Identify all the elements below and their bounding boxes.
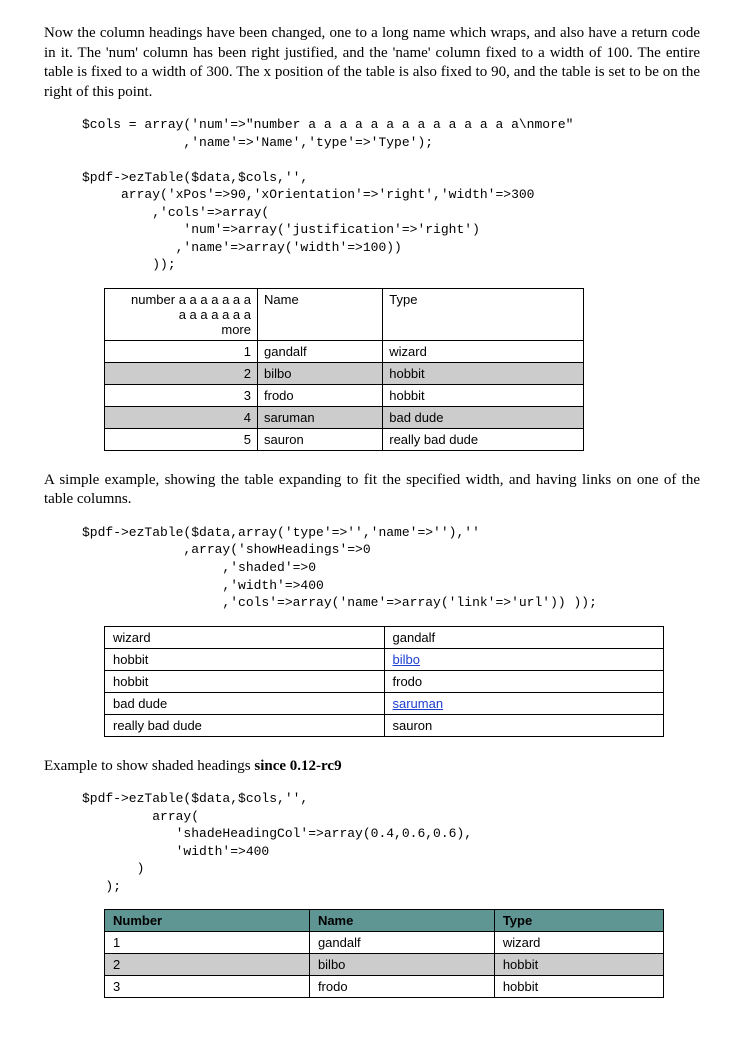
table-2: wizardgandalfhobbitbilbohobbitfrodobad d… (104, 626, 664, 737)
table-1-cell-type: wizard (383, 340, 584, 362)
table-1-cell-type: really bad dude (383, 428, 584, 450)
table-1: number a a a a a a a a a a a a a a more … (104, 288, 584, 451)
table-3-header-type: Type (494, 910, 663, 932)
table-row: 3frodohobbit (105, 384, 584, 406)
table-3-cell-type: hobbit (494, 976, 663, 998)
table-3-cell-name: frodo (309, 976, 494, 998)
table-2-cell-type: hobbit (105, 670, 385, 692)
table-2-link[interactable]: bilbo (393, 652, 420, 667)
table-1-cell-num: 1 (105, 340, 258, 362)
table-3-cell-name: bilbo (309, 954, 494, 976)
table-2-cell-name: frodo (384, 670, 664, 692)
table-1-cell-num: 3 (105, 384, 258, 406)
paragraph-1: Now the column headings have been change… (44, 24, 700, 102)
table-2-cell-name[interactable]: bilbo (384, 648, 664, 670)
table-1-header-type: Type (383, 288, 584, 340)
table-1-cell-type: hobbit (383, 362, 584, 384)
table-1-cell-num: 4 (105, 406, 258, 428)
table-1-wrapper: number a a a a a a a a a a a a a a more … (104, 288, 700, 451)
table-3-cell-num: 1 (105, 932, 310, 954)
table-1-header-row: number a a a a a a a a a a a a a a more … (105, 288, 584, 340)
table-3-header-row: Number Name Type (105, 910, 664, 932)
table-3-header-num: Number (105, 910, 310, 932)
table-3-cell-type: wizard (494, 932, 663, 954)
table-1-cell-type: hobbit (383, 384, 584, 406)
table-3-cell-name: gandalf (309, 932, 494, 954)
table-2-cell-name: sauron (384, 714, 664, 736)
table-2-cell-type: wizard (105, 626, 385, 648)
code-block-2: $pdf->ezTable($data,array('type'=>'','na… (82, 524, 700, 612)
table-1-cell-name: bilbo (258, 362, 383, 384)
table-2-cell-name[interactable]: saruman (384, 692, 664, 714)
table-2-cell-type: hobbit (105, 648, 385, 670)
table-1-cell-name: sauron (258, 428, 383, 450)
table-1-cell-name: frodo (258, 384, 383, 406)
table-2-cell-type: really bad dude (105, 714, 385, 736)
table-2-link[interactable]: saruman (393, 696, 444, 711)
table-row: 5sauronreally bad dude (105, 428, 584, 450)
table-3-cell-type: hobbit (494, 954, 663, 976)
table-row: bad dude saruman (105, 692, 664, 714)
table-row: 1gandalfwizard (105, 340, 584, 362)
table-1-cell-num: 2 (105, 362, 258, 384)
table-1-cell-name: saruman (258, 406, 383, 428)
code-block-3: $pdf->ezTable($data,$cols,'', array( 'sh… (82, 790, 700, 895)
table-2-wrapper: wizardgandalfhobbitbilbohobbitfrodobad d… (104, 626, 700, 737)
table-row: wizardgandalf (105, 626, 664, 648)
table-2-cell-type: bad dude (105, 692, 385, 714)
table-3-cell-num: 2 (105, 954, 310, 976)
table-3-cell-num: 3 (105, 976, 310, 998)
table-2-cell-name: gandalf (384, 626, 664, 648)
table-3: Number Name Type 1gandalfwizard2bilbohob… (104, 909, 664, 998)
table-row: 2bilbohobbit (105, 362, 584, 384)
table-1-cell-num: 5 (105, 428, 258, 450)
table-1-header-name: Name (258, 288, 383, 340)
table-3-header-name: Name (309, 910, 494, 932)
table-row: really bad dudesauron (105, 714, 664, 736)
code-block-1: $cols = array('num'=>"number a a a a a a… (82, 116, 700, 274)
table-row: 3frodohobbit (105, 976, 664, 998)
paragraph-2: A simple example, showing the table expa… (44, 471, 700, 510)
table-1-cell-type: bad dude (383, 406, 584, 428)
table-3-wrapper: Number Name Type 1gandalfwizard2bilbohob… (104, 909, 700, 998)
paragraph-3-bold: since 0.12-rc9 (254, 758, 341, 774)
table-row: hobbitfrodo (105, 670, 664, 692)
paragraph-3: Example to show shaded headings since 0.… (44, 757, 700, 777)
table-1-cell-name: gandalf (258, 340, 383, 362)
table-row: 2bilbohobbit (105, 954, 664, 976)
paragraph-3-prefix: Example to show shaded headings (44, 758, 254, 774)
table-row: 1gandalfwizard (105, 932, 664, 954)
table-1-header-num: number a a a a a a a a a a a a a a more (105, 288, 258, 340)
table-row: hobbit bilbo (105, 648, 664, 670)
table-row: 4sarumanbad dude (105, 406, 584, 428)
